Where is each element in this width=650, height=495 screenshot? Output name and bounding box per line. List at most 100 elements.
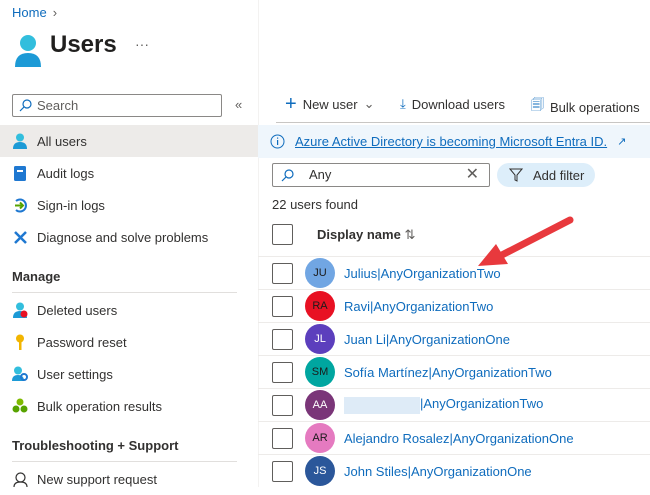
- sidebar-item-label: Password reset: [37, 334, 127, 350]
- sidebar-item-sign-in-logs[interactable]: Sign-in logs: [0, 189, 258, 221]
- sidebar-item-label: Bulk operation results: [37, 398, 163, 414]
- redacted-name: [344, 396, 420, 414]
- user-name: Ravi|AnyOrganizationTwo: [344, 298, 494, 314]
- banner-link[interactable]: Azure Active Directory is becoming Micro…: [295, 134, 607, 149]
- sidebar-item-label: All users: [37, 133, 87, 149]
- row-checkbox[interactable]: [272, 361, 293, 383]
- table-row[interactable]: JS John Stiles|AnyOrganizationOne: [258, 454, 650, 487]
- user-name-link[interactable]: John Stiles|AnyOrganizationOne: [344, 464, 532, 479]
- chevron-right-icon: ›: [52, 5, 58, 20]
- user-name: Sofía Martínez|AnyOrganizationTwo: [344, 364, 552, 380]
- row-checkbox[interactable]: [272, 295, 293, 317]
- user-name-link[interactable]: Sofía Martínez|AnyOrganizationTwo: [344, 365, 552, 380]
- avatar-initials: JS: [313, 465, 327, 477]
- avatar-initials: JL: [314, 333, 326, 345]
- breadcrumb: Home ›: [12, 5, 57, 20]
- sidebar-item-label: Diagnose and solve problems: [37, 229, 209, 245]
- sidebar-search-input[interactable]: Search: [12, 94, 222, 117]
- add-filter-label: Add filter: [533, 167, 585, 183]
- plus-icon: +: [285, 93, 297, 115]
- column-display-name[interactable]: Display name ⇅: [317, 227, 415, 243]
- sidebar-item-label: User settings: [37, 366, 113, 382]
- filter-icon: [509, 168, 523, 182]
- results-count: 22 users found: [272, 197, 359, 212]
- row-checkbox[interactable]: [272, 328, 293, 350]
- new-user-label: New user: [302, 96, 358, 112]
- user-name: John Stiles|AnyOrganizationOne: [344, 463, 532, 479]
- document-icon: 🗐: [531, 97, 544, 112]
- sidebar-item-user-settings[interactable]: User settings: [0, 358, 258, 390]
- breadcrumb-home[interactable]: Home: [12, 5, 47, 20]
- more-options-button[interactable]: ···: [135, 36, 149, 52]
- toolbar-divider: [276, 122, 650, 123]
- sort-icon[interactable]: ⇅: [404, 227, 415, 242]
- support-heading: Troubleshooting + Support: [12, 438, 179, 453]
- avatar: AR: [305, 423, 335, 453]
- select-all-checkbox[interactable]: [272, 224, 293, 245]
- table-row[interactable]: SM Sofía Martínez|AnyOrganizationTwo: [258, 355, 650, 388]
- avatar: SM: [305, 357, 335, 387]
- wrench-icon: [12, 229, 28, 245]
- info-icon: [270, 134, 285, 149]
- sidebar-item-bulk-results[interactable]: Bulk operation results: [0, 390, 258, 422]
- sign-in-icon: [12, 197, 28, 213]
- collapse-sidebar-button[interactable]: «: [235, 97, 242, 112]
- table-row[interactable]: RA Ravi|AnyOrganizationTwo: [258, 289, 650, 322]
- users-icon: [15, 35, 41, 67]
- user-name: |AnyOrganizationTwo: [420, 396, 544, 412]
- user-name: Julius|AnyOrganizationTwo: [344, 265, 501, 281]
- user-name-link[interactable]: |AnyOrganizationTwo: [344, 396, 544, 414]
- key-icon: [12, 334, 28, 350]
- filter-value: Any: [309, 167, 332, 182]
- sidebar-item-all-users[interactable]: All users: [0, 125, 258, 157]
- sidebar-item-new-support-request[interactable]: New support request: [0, 463, 258, 495]
- page-title: Users: [50, 31, 117, 58]
- sidebar-item-diagnose[interactable]: Diagnose and solve problems: [0, 221, 258, 253]
- avatar: JU: [305, 258, 335, 288]
- download-icon: ⤓: [400, 96, 406, 111]
- user-name: Alejandro Rosalez|AnyOrganizationOne: [344, 430, 574, 446]
- table-row[interactable]: JL Juan Li|AnyOrganizationOne: [258, 322, 650, 355]
- table-row[interactable]: AR Alejandro Rosalez|AnyOrganizationOne: [258, 421, 650, 454]
- avatar-initials: AR: [312, 432, 328, 444]
- sidebar-item-deleted-users[interactable]: Deleted users: [0, 294, 258, 326]
- sidebar-item-label: Sign-in logs: [37, 197, 105, 213]
- download-label: Download users: [411, 96, 505, 112]
- sidebar-item-audit-logs[interactable]: Audit logs: [0, 157, 258, 189]
- user-name-link[interactable]: Julius|AnyOrganizationTwo: [344, 266, 501, 281]
- avatar-initials: SM: [311, 366, 329, 378]
- user-name: Juan Li|AnyOrganizationOne: [344, 331, 510, 347]
- clear-icon[interactable]: ✕: [466, 164, 479, 186]
- table-row[interactable]: AA |AnyOrganizationTwo: [258, 388, 650, 421]
- user-name-link[interactable]: Ravi|AnyOrganizationTwo: [344, 299, 493, 314]
- sidebar-item-label: Audit logs: [37, 165, 95, 181]
- avatar-initials: RA: [312, 300, 328, 312]
- search-icon: [19, 99, 32, 112]
- bulk-label: Bulk operations: [550, 99, 640, 115]
- divider: [12, 292, 237, 293]
- sidebar-item-password-reset[interactable]: Password reset: [0, 326, 258, 358]
- bulk-results-icon: [12, 398, 28, 414]
- row-checkbox[interactable]: [272, 427, 293, 449]
- search-icon: [281, 169, 294, 182]
- download-users-button[interactable]: ⤓ Download users: [400, 96, 505, 112]
- avatar: JL: [305, 324, 335, 354]
- deleted-user-icon: [12, 302, 28, 318]
- bulk-operations-button[interactable]: 🗐 Bulk operations: [531, 96, 640, 118]
- external-link-icon: ↗: [617, 136, 627, 148]
- user-name-link[interactable]: Alejandro Rosalez|AnyOrganizationOne: [344, 431, 574, 446]
- sidebar-item-label: New support request: [37, 471, 157, 487]
- table-row[interactable]: JU Julius|AnyOrganizationTwo: [258, 256, 650, 289]
- add-filter-button[interactable]: Add filter: [497, 163, 595, 187]
- new-user-button[interactable]: + New user ⌄: [285, 93, 375, 115]
- row-checkbox[interactable]: [272, 460, 293, 482]
- user-name-link[interactable]: Juan Li|AnyOrganizationOne: [344, 332, 510, 347]
- filter-input[interactable]: Any ✕: [272, 163, 490, 187]
- user-settings-icon: [12, 366, 28, 382]
- avatar: RA: [305, 291, 335, 321]
- avatar-initials: AA: [312, 399, 328, 411]
- row-checkbox[interactable]: [272, 394, 293, 416]
- row-checkbox[interactable]: [272, 262, 293, 284]
- column-label: Display name: [317, 227, 401, 242]
- chevron-down-icon: ⌄: [363, 96, 375, 111]
